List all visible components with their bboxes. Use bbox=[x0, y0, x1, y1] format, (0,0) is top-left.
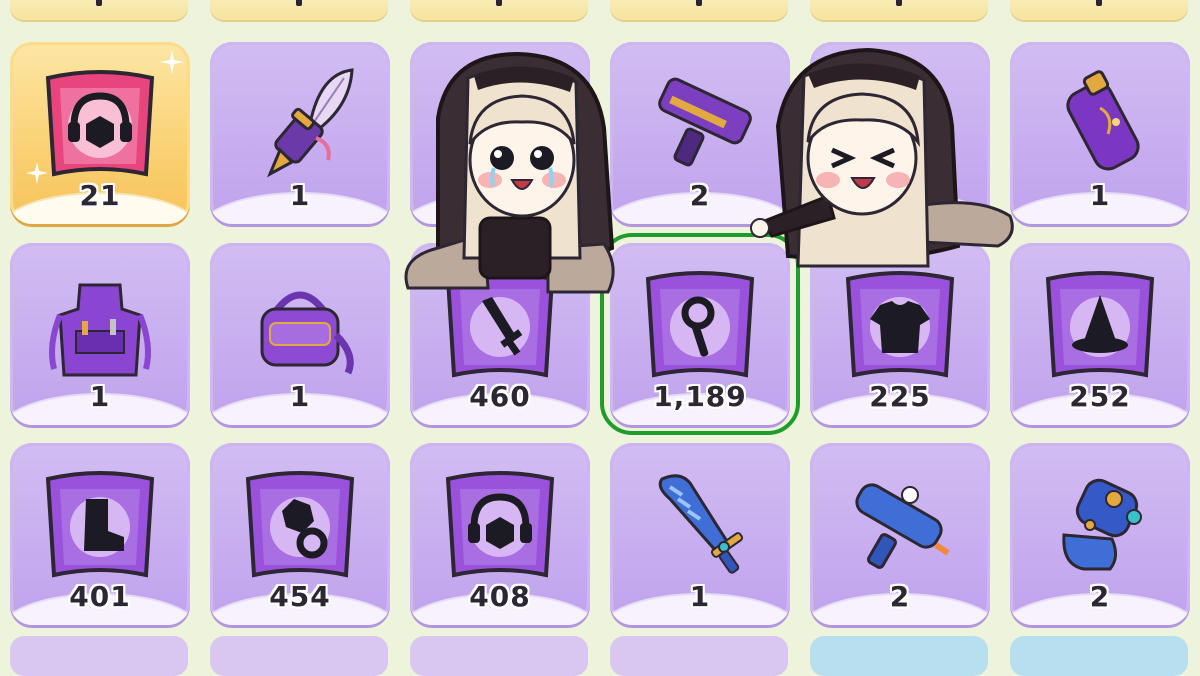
ring-icon bbox=[240, 465, 360, 585]
inventory-item-apron[interactable]: 1 bbox=[10, 243, 190, 425]
chibi-character-crying bbox=[398, 48, 630, 298]
inventory-item-feather-pen[interactable]: 1 bbox=[210, 42, 390, 224]
inventory-item-water-gun[interactable]: 2 bbox=[810, 443, 990, 625]
carrot-sword-icon bbox=[640, 465, 760, 585]
item-count: 1 bbox=[289, 380, 311, 413]
item-count: 1,189 bbox=[653, 380, 747, 413]
item-count: 401 bbox=[69, 580, 131, 613]
inventory-item-gauntlet[interactable]: 2 bbox=[1010, 443, 1190, 625]
gauntlet-icon bbox=[1040, 465, 1160, 585]
inventory-item-headset-material[interactable]: 408 bbox=[410, 443, 590, 625]
inventory-item-bag[interactable]: 1 bbox=[210, 243, 390, 425]
witch-hat-icon bbox=[1040, 265, 1160, 385]
bag-icon bbox=[240, 265, 360, 385]
item-count: 2 bbox=[889, 580, 911, 613]
inventory-item-ring-material[interactable]: 454 bbox=[210, 443, 390, 625]
inventory-item-hat-material[interactable]: 252 bbox=[1010, 243, 1190, 425]
chibi-character-pointing bbox=[738, 46, 1020, 292]
flask-icon bbox=[1040, 64, 1160, 184]
item-count: 1 bbox=[289, 179, 311, 212]
headset-icon bbox=[440, 465, 560, 585]
sparkle-icon bbox=[26, 162, 48, 184]
item-count: 1 bbox=[1089, 179, 1111, 212]
item-count: 460 bbox=[469, 380, 531, 413]
item-count: 454 bbox=[269, 580, 331, 613]
water-gun-icon bbox=[840, 465, 960, 585]
inventory-item-flask[interactable]: 1 bbox=[1010, 42, 1190, 224]
boot-icon bbox=[40, 465, 160, 585]
apron-icon bbox=[40, 265, 160, 385]
item-count: 408 bbox=[469, 580, 531, 613]
item-count: 1 bbox=[689, 580, 711, 613]
sparkle-icon bbox=[160, 50, 184, 74]
item-count: 252 bbox=[1069, 380, 1131, 413]
inventory-item-carrot-sword[interactable]: 1 bbox=[610, 443, 790, 625]
item-count: 2 bbox=[1089, 580, 1111, 613]
item-count: 1 bbox=[89, 380, 111, 413]
item-count: 225 bbox=[869, 380, 931, 413]
feather-pen-icon bbox=[240, 64, 360, 184]
headset-icon bbox=[40, 64, 160, 184]
inventory-item-headset-gold[interactable]: 21 bbox=[10, 42, 190, 224]
inventory-item-boot-material[interactable]: 401 bbox=[10, 443, 190, 625]
